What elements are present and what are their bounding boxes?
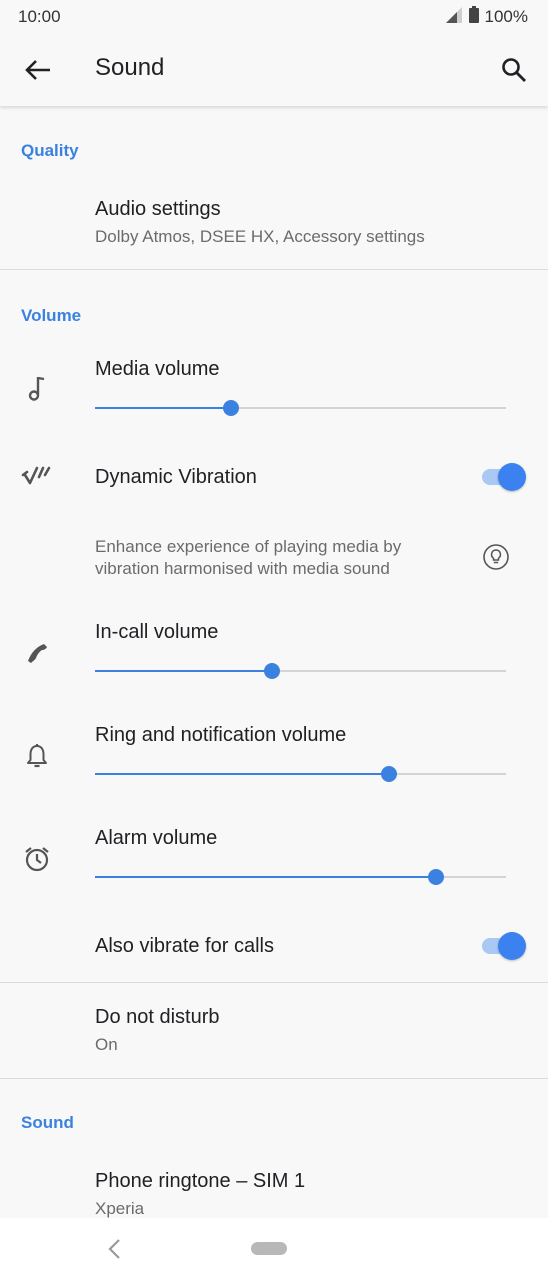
alarm-volume-title: Alarm volume [95, 827, 218, 849]
dynamic-vibration-description: Enhance experience of playing media by v… [95, 537, 402, 578]
slider-thumb[interactable] [380, 766, 397, 782]
audio-settings-subtitle: Dolby Atmos, DSEE HX, Accessory settings [95, 227, 425, 246]
do-not-disturb-title: Do not disturb [95, 1006, 220, 1028]
alarm-volume-slider[interactable] [95, 867, 506, 887]
phone-ringtone-subtitle: Xperia [95, 1199, 145, 1218]
search-icon[interactable] [494, 50, 534, 90]
toggle-knob [498, 463, 526, 491]
phone-handset-icon [20, 636, 54, 670]
in-call-volume-slider[interactable] [95, 661, 506, 681]
slider-thumb[interactable] [222, 400, 239, 416]
divider [0, 269, 548, 270]
nav-home-pill[interactable] [251, 1242, 287, 1255]
battery-percent: 100% [484, 7, 528, 26]
media-volume-title: Media volume [95, 358, 220, 380]
dynamic-vibration-toggle[interactable] [480, 462, 526, 492]
lightbulb-icon[interactable] [482, 543, 510, 571]
ring-volume-title: Ring and notification volume [95, 724, 347, 746]
slider-thumb[interactable] [428, 869, 445, 885]
also-vibrate-toggle[interactable] [480, 931, 526, 961]
section-header-quality: Quality [21, 141, 79, 160]
slider-thumb[interactable] [263, 663, 280, 679]
navigation-bar [0, 1218, 548, 1282]
toggle-knob [498, 932, 526, 960]
also-vibrate-title: Also vibrate for calls [95, 935, 274, 957]
battery-icon [468, 6, 479, 28]
nav-back-icon[interactable] [100, 1234, 128, 1264]
slider-fill [95, 773, 389, 775]
status-bar: 10:00 100% [0, 0, 548, 34]
ring-volume-slider[interactable] [95, 764, 506, 784]
slider-fill [95, 670, 272, 672]
status-time: 10:00 [18, 7, 61, 26]
divider [0, 1078, 548, 1079]
bell-icon [20, 739, 54, 773]
dynamic-vibration-icon [20, 460, 54, 494]
section-header-volume: Volume [21, 306, 82, 325]
back-arrow-icon[interactable] [18, 50, 58, 90]
page-title: Sound [95, 54, 165, 81]
audio-settings-title: Audio settings [95, 198, 221, 220]
do-not-disturb-status: On [95, 1035, 118, 1054]
slider-fill [95, 407, 231, 409]
section-header-sound: Sound [21, 1113, 74, 1132]
media-volume-slider[interactable] [95, 398, 506, 418]
status-indicators: 100% [445, 6, 528, 28]
in-call-volume-title: In-call volume [95, 621, 219, 643]
music-note-icon [20, 372, 54, 406]
signal-icon [445, 6, 463, 28]
app-bar: Sound [0, 34, 548, 106]
divider [0, 982, 548, 983]
phone-ringtone-title: Phone ringtone – SIM 1 [95, 1170, 306, 1192]
slider-fill [95, 876, 437, 878]
alarm-clock-icon [20, 842, 54, 876]
dynamic-vibration-title: Dynamic Vibration [95, 466, 257, 488]
